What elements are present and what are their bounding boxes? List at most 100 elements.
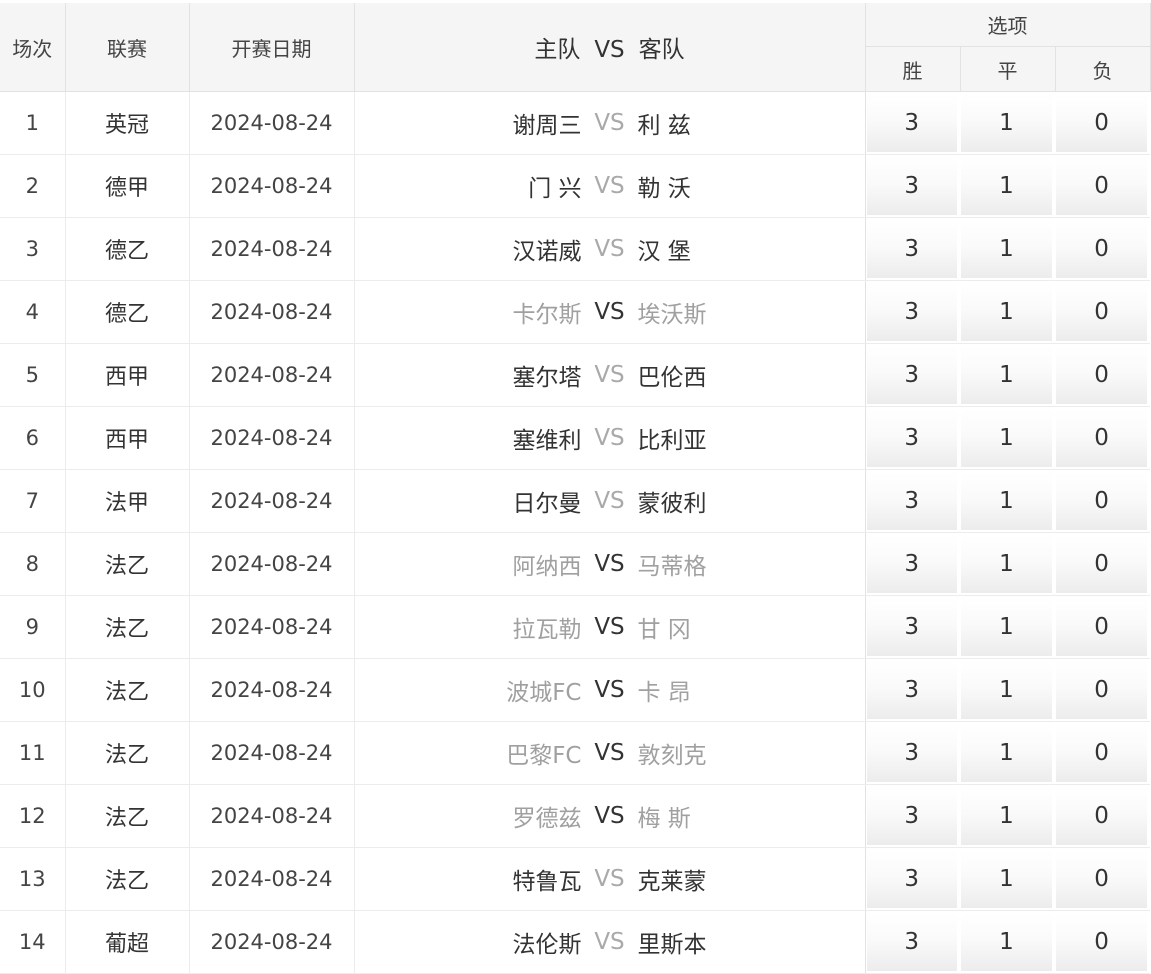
option-lose-button[interactable]: 0 xyxy=(1056,724,1150,782)
table-row: 10 法乙 2024-08-24 波城FC VS 卡 昂310 xyxy=(0,658,1151,722)
table-header: 场次 联赛 开赛日期 主队 VS 客队 选项 胜 平 负 xyxy=(0,3,1151,92)
match-number: 14 xyxy=(0,910,66,974)
option-lose-button[interactable]: 0 xyxy=(1056,472,1150,530)
option-win-button[interactable]: 3 xyxy=(866,94,959,152)
away-team: 埃沃斯 xyxy=(637,302,707,328)
home-team: 卡尔斯 xyxy=(512,302,582,328)
vs-label: VS xyxy=(594,866,625,892)
vs-label: VS xyxy=(594,551,625,577)
option-draw-button[interactable]: 1 xyxy=(961,220,1054,278)
league-name: 法乙 xyxy=(65,595,190,659)
match-date: 2024-08-24 xyxy=(189,532,355,596)
option-draw-button[interactable]: 1 xyxy=(961,283,1054,341)
option-win-cell: 3 xyxy=(865,154,960,218)
match-teams: 门 兴 VS 勒 沃 xyxy=(354,154,866,218)
option-draw-button[interactable]: 1 xyxy=(961,346,1054,404)
match-number: 2 xyxy=(0,154,66,218)
option-win-button[interactable]: 3 xyxy=(866,346,959,404)
table-row: 1 英冠 2024-08-24 谢周三 VS 利 兹310 xyxy=(0,91,1151,155)
option-win-button[interactable]: 3 xyxy=(866,472,959,530)
option-win-button[interactable]: 3 xyxy=(866,535,959,593)
option-lose-button[interactable]: 0 xyxy=(1056,409,1150,467)
option-lose-button[interactable]: 0 xyxy=(1056,283,1150,341)
match-number: 13 xyxy=(0,847,66,911)
header-options: 选项 xyxy=(865,3,1151,47)
option-win-button[interactable]: 3 xyxy=(866,409,959,467)
option-lose-button[interactable]: 0 xyxy=(1056,850,1150,908)
option-lose-button[interactable]: 0 xyxy=(1056,787,1150,845)
option-lose-button[interactable]: 0 xyxy=(1056,535,1150,593)
match-date: 2024-08-24 xyxy=(189,721,355,785)
match-date: 2024-08-24 xyxy=(189,217,355,281)
option-win-button[interactable]: 3 xyxy=(866,598,959,656)
option-lose-button[interactable]: 0 xyxy=(1056,94,1150,152)
option-lose-button[interactable]: 0 xyxy=(1056,661,1150,719)
option-win-cell: 3 xyxy=(865,784,960,848)
header-win: 胜 xyxy=(865,46,961,92)
option-draw-button[interactable]: 1 xyxy=(961,724,1054,782)
option-win-button[interactable]: 3 xyxy=(866,787,959,845)
option-win-cell: 3 xyxy=(865,658,960,722)
match-date: 2024-08-24 xyxy=(189,280,355,344)
match-teams: 阿纳西 VS 马蒂格 xyxy=(354,532,866,596)
option-win-button[interactable]: 3 xyxy=(866,157,959,215)
option-lose-button[interactable]: 0 xyxy=(1056,598,1150,656)
away-team: 巴伦西 xyxy=(637,365,707,391)
header-date: 开赛日期 xyxy=(189,3,355,92)
option-lose-cell: 0 xyxy=(1055,406,1151,470)
table-row: 7 法甲 2024-08-24 日尔曼 VS 蒙彼利 3 1 0 xyxy=(0,469,1151,533)
home-team: 法伦斯 xyxy=(512,932,582,958)
home-team: 谢周三 xyxy=(512,113,582,139)
option-win-button[interactable]: 3 xyxy=(866,850,959,908)
vs-label: VS xyxy=(594,362,625,388)
option-win-button[interactable]: 3 xyxy=(866,220,959,278)
option-lose-button[interactable]: 0 xyxy=(1056,220,1150,278)
option-win-button[interactable]: 3 xyxy=(866,661,959,719)
away-team: 马蒂格 xyxy=(637,554,707,580)
option-draw-button[interactable]: 1 xyxy=(961,598,1054,656)
option-lose-button[interactable]: 0 xyxy=(1056,346,1150,404)
option-lose-button[interactable]: 0 xyxy=(1056,157,1150,215)
vs-label: VS xyxy=(594,173,625,199)
option-draw-button[interactable]: 1 xyxy=(961,661,1054,719)
match-table-container: 场次 联赛 开赛日期 主队 VS 客队 选项 胜 平 负 1 英冠 2024-08-24… xyxy=(0,3,1151,974)
option-draw-button[interactable]: 1 xyxy=(961,157,1054,215)
league-name: 葡超 xyxy=(65,910,190,974)
away-team: 勒 沃 xyxy=(637,176,691,202)
away-team: 蒙彼利 xyxy=(637,491,707,517)
option-win-button[interactable]: 3 xyxy=(866,913,959,971)
option-lose-cell: 0 xyxy=(1055,280,1151,344)
vs-label: VS xyxy=(594,488,625,514)
vs-label: VS xyxy=(594,929,625,955)
option-draw-button[interactable]: 1 xyxy=(961,472,1054,530)
option-win-button[interactable]: 3 xyxy=(866,283,959,341)
match-teams: 塞维利 VS 比利亚 xyxy=(354,406,866,470)
option-draw-cell: 1 xyxy=(960,658,1055,722)
vs-label: VS xyxy=(594,740,625,766)
option-lose-button[interactable]: 0 xyxy=(1056,913,1150,971)
match-teams: 谢周三 VS 利 兹 xyxy=(354,91,866,155)
option-draw-button[interactable]: 1 xyxy=(961,850,1054,908)
table-row: 8 法乙 2024-08-24 阿纳西 VS 马蒂格 3 1 0 xyxy=(0,532,1151,596)
option-lose-cell: 0 xyxy=(1055,154,1151,218)
home-team: 罗德兹 xyxy=(512,806,582,832)
table-row: 6 西甲 2024-08-24 塞维利 VS 比利亚 3 1 0 xyxy=(0,406,1151,470)
match-date: 2024-08-24 xyxy=(189,91,355,155)
away-team: 卡 昂 xyxy=(637,680,691,706)
option-draw-button[interactable]: 1 xyxy=(961,409,1054,467)
header-away: 客队 xyxy=(638,37,685,63)
option-draw-button[interactable]: 1 xyxy=(961,913,1054,971)
option-draw-button[interactable]: 1 xyxy=(961,535,1054,593)
header-vs: VS xyxy=(594,37,625,63)
option-draw-cell: 1 xyxy=(960,280,1055,344)
option-lose-cell: 0 xyxy=(1055,721,1151,785)
option-draw-button[interactable]: 1 xyxy=(961,787,1054,845)
match-number: 1 xyxy=(0,91,66,155)
match-teams: 卡尔斯 VS 埃沃斯 xyxy=(354,280,866,344)
option-win-button[interactable]: 3 xyxy=(866,724,959,782)
vs-label: VS xyxy=(594,677,625,703)
option-draw-button[interactable]: 1 xyxy=(961,94,1054,152)
vs-label: VS xyxy=(594,236,625,262)
table-row: 12 法乙 2024-08-24 罗德兹 VS 梅 斯 310 xyxy=(0,784,1151,848)
option-lose-cell: 0 xyxy=(1055,469,1151,533)
